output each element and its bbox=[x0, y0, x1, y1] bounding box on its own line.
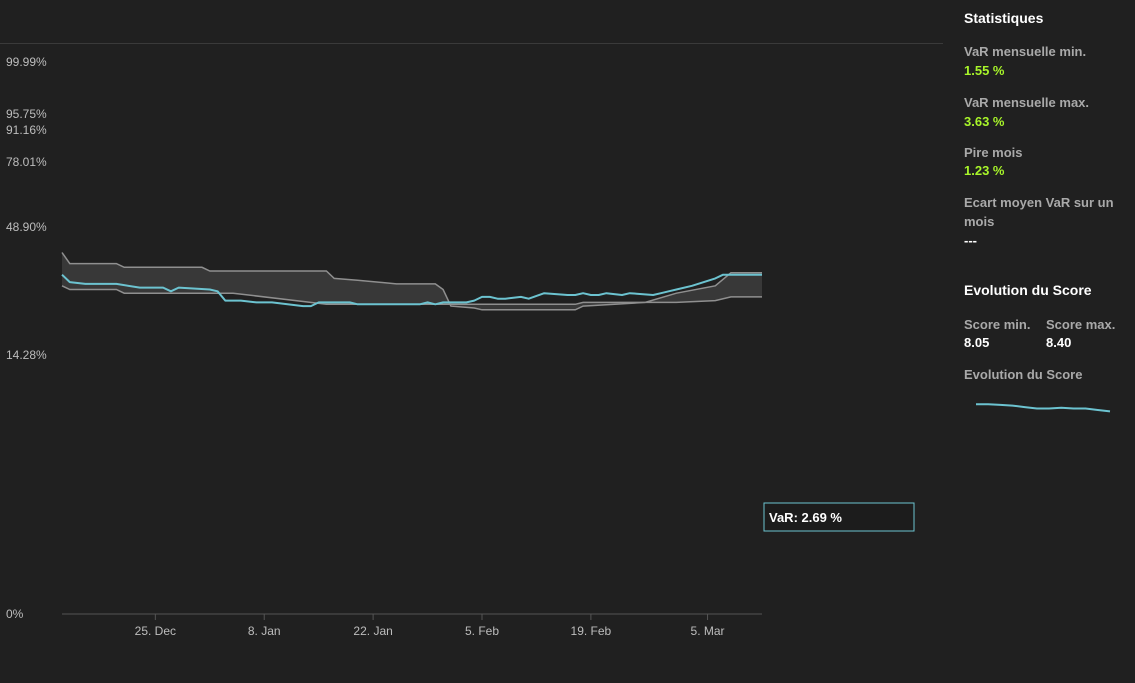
stat-worst-month-label: Pire mois bbox=[964, 145, 1023, 160]
stat-avg-gap-value: --- bbox=[964, 233, 977, 248]
stat-var-max-label: VaR mensuelle max. bbox=[964, 95, 1090, 110]
score-sparkline bbox=[976, 403, 1111, 413]
y-tick-label: 48.90% bbox=[6, 220, 47, 234]
x-tick-label: 5. Mar bbox=[691, 624, 725, 638]
x-tick-label: 5. Feb bbox=[465, 624, 499, 638]
x-tick-label: 25. Dec bbox=[135, 624, 176, 638]
stat-var-max-value: 3.63 % bbox=[964, 114, 1005, 129]
x-tick-label: 19. Feb bbox=[571, 624, 612, 638]
score-sparkline-label: Evolution du Score bbox=[964, 367, 1083, 382]
score-min-label: Score min. bbox=[964, 317, 1031, 332]
y-tick-label: 95.75% bbox=[6, 107, 47, 121]
x-tick-label: 8. Jan bbox=[248, 624, 281, 638]
score-min-value: 8.05 bbox=[964, 335, 990, 350]
score-sparkline-line bbox=[976, 403, 1111, 413]
tooltip-text: VaR: 2.69 % bbox=[769, 510, 842, 525]
score-max-value: 8.40 bbox=[1046, 335, 1072, 350]
stat-var-min-value: 1.55 % bbox=[964, 63, 1005, 78]
y-tick-label: 91.16% bbox=[6, 123, 47, 137]
stat-avg-gap-label: Ecart moyen VaR sur un mois bbox=[964, 195, 1114, 229]
stat-var-min-label: VaR mensuelle min. bbox=[964, 44, 1087, 59]
score-max-label: Score max. bbox=[1046, 317, 1116, 332]
y-tick-label: 78.01% bbox=[6, 155, 47, 169]
y-tick-label: 0% bbox=[6, 607, 24, 621]
stat-worst-month-value: 1.23 % bbox=[964, 163, 1005, 178]
var-range-band bbox=[62, 252, 762, 310]
stats-title: Statistiques bbox=[964, 10, 1044, 26]
tooltip: VaR: 2.69 % bbox=[763, 502, 915, 532]
var-chart[interactable]: 99.99% 95.75% 91.16% 78.01% 48.90% 14.28% 0% 2… bbox=[0, 0, 945, 683]
y-tick-label: 99.99% bbox=[6, 55, 47, 69]
y-tick-label: 14.28% bbox=[6, 348, 47, 362]
score-title: Evolution du Score bbox=[964, 282, 1092, 298]
x-tick-label: 22. Jan bbox=[353, 624, 392, 638]
var-chart-area: 99.99% 95.75% 91.16% 78.01% 48.90% 14.28% 0% 2… bbox=[0, 0, 945, 683]
